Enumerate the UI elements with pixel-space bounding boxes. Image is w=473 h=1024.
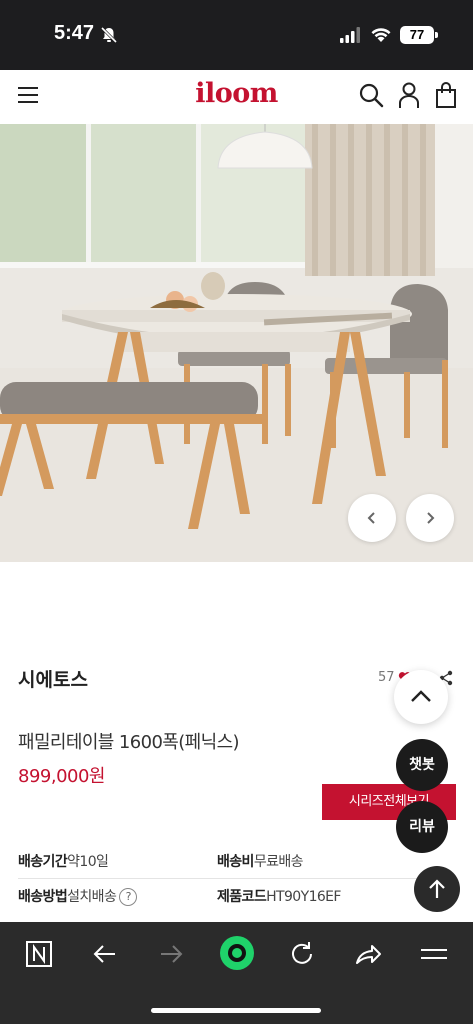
shipping-period-value: 약10일 [67,854,109,870]
product-code-label: 제품코드 [217,889,267,905]
search-icon[interactable] [358,82,384,108]
bell-off-icon [100,26,118,44]
product-hero-image[interactable] [0,124,473,562]
forward-arrow-icon[interactable] [155,938,187,970]
product-price: 899,000원 [18,766,106,787]
product-name: 패밀리테이블 1600폭(페닉스) [18,732,240,753]
naver-green-dot-icon[interactable] [218,934,256,972]
arrow-up-icon [429,879,445,898]
help-icon[interactable]: ? [119,888,138,906]
info-divider [18,878,455,879]
wifi-icon [371,28,391,42]
shipping-method-label: 배송방법 [18,889,68,905]
collapse-button[interactable] [394,670,448,724]
battery-tip [435,32,438,38]
shipping-fee-value: 무료배송 [253,854,304,870]
back-arrow-icon[interactable] [89,938,121,970]
hero-illustration [0,124,473,562]
hamburger-menu-icon[interactable] [418,938,450,970]
naver-n-icon[interactable] [23,938,55,970]
signal-icon [340,27,360,43]
chevron-left-icon [367,512,375,524]
shipping-fee-label: 배송비 [217,854,254,870]
shipping-method: 배송방법설치배송? [18,886,138,906]
status-time: 5:47 [54,22,95,44]
shopping-bag-icon[interactable] [434,81,458,109]
product-code: 제품코드HT90Y16EF [217,886,341,906]
wish-count: 57 [378,670,395,685]
battery-indicator: 77 [400,26,434,44]
product-code-value: HT90Y16EF [266,889,341,905]
chevron-up-icon [411,690,431,702]
shipping-fee: 배송비무료배송 [217,851,304,871]
home-indicator [151,1008,321,1013]
chatbot-button[interactable]: 챗봇 [396,739,448,791]
shipping-method-value: 설치배송 [67,889,117,905]
scroll-top-button[interactable] [414,866,460,912]
shipping-period: 배송기간약10일 [18,851,109,871]
reload-icon[interactable] [286,938,318,970]
slider-prev-button[interactable] [348,494,396,542]
user-icon[interactable] [397,81,421,109]
shipping-period-label: 배송기간 [18,854,68,870]
review-button[interactable]: 리뷰 [396,801,448,853]
app-header: iloom [0,70,473,124]
series-name[interactable]: 시에토스 [18,665,88,692]
chevron-right-icon [427,512,435,524]
share-arrow-icon[interactable] [352,938,384,970]
slider-next-button[interactable] [406,494,454,542]
status-bar: 5:47 77 [0,0,473,70]
